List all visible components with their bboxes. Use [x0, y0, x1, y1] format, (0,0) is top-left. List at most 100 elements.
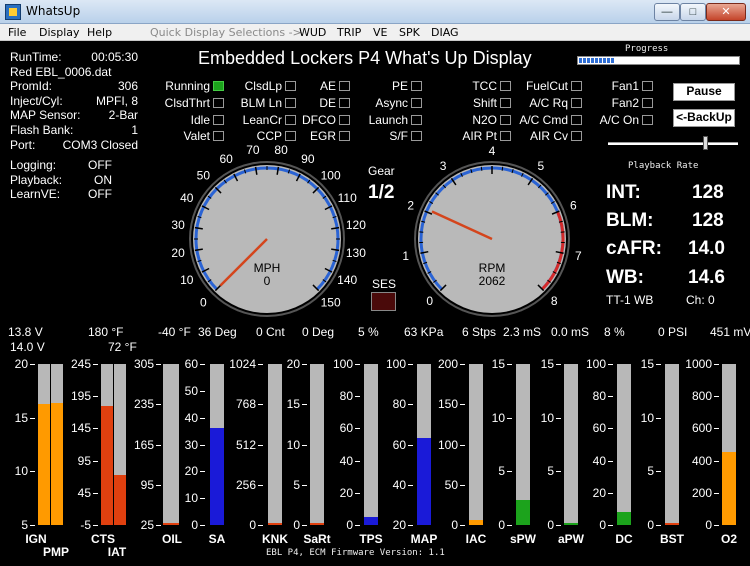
dc-bar: [617, 364, 631, 525]
mph-tick-label: 70: [246, 143, 260, 157]
tps-scale-tick: [355, 460, 360, 462]
iac-scale-label: 100: [437, 437, 458, 452]
mph-tick-label: 140: [337, 273, 357, 287]
apw-scale-tick: [556, 471, 561, 473]
mph-tick-label: 130: [346, 246, 366, 260]
ign-scale-label: 15: [14, 410, 28, 425]
cts-scale-label: 45: [77, 485, 91, 500]
iac-scale-label: 50: [444, 477, 458, 492]
tps-scale-tick: [355, 428, 360, 430]
knk-scale-label: 768: [235, 397, 256, 412]
mph-tick-label: 90: [301, 152, 315, 166]
sa-scale-tick: [200, 471, 205, 473]
o2-bar: [722, 364, 736, 525]
o2-scale-label: 600: [691, 421, 712, 436]
dc-scale-label: 60: [592, 421, 606, 436]
dc-scale-tick: [608, 428, 613, 430]
spw-scale-tick: [507, 471, 512, 473]
gauges: 010203040506070 8090100110120130140150MPH…: [171, 143, 582, 317]
sart-scale-label: 10: [286, 437, 300, 452]
spw-scale-label: 5: [498, 464, 505, 479]
mph-tick-label: 40: [180, 191, 194, 205]
apw-scale-tick: [556, 364, 561, 365]
mph-tick-label: 50: [197, 168, 211, 182]
dc-scale-label: 20: [592, 485, 606, 500]
map-reading: 63 KPa: [404, 325, 444, 339]
tps-scale-label: 60: [339, 421, 353, 436]
mph-tick-label: 30: [171, 218, 185, 232]
bst-scale-label: 10: [640, 410, 654, 425]
mph-tick-label: 100: [321, 168, 341, 182]
ign-scale-label: 10: [14, 464, 28, 479]
dc-scale-label: 0: [599, 518, 606, 532]
sart-reading: 0 Deg: [302, 325, 335, 339]
bst-scale-tick: [656, 471, 661, 473]
apw-scale-tick: [556, 417, 561, 419]
sa-reading: 36 Deg: [198, 325, 237, 339]
rpm-tick-label: 2: [407, 198, 414, 212]
sa-scale-label: 10: [184, 491, 198, 506]
firmware-version: EBL P4, ECM Firmware Version: 1.1: [266, 548, 445, 558]
bst-label: BST: [660, 532, 684, 546]
oil-scale-tick: [156, 484, 161, 486]
cts-bar: [101, 364, 113, 525]
sart-scale-label: 15: [286, 397, 300, 412]
sart-bar: [310, 364, 324, 525]
mph-tick-label: 0: [200, 296, 207, 310]
cts-label: CTS: [91, 532, 115, 546]
tps-scale-tick: [355, 396, 360, 398]
iac-scale-tick: [460, 444, 465, 446]
rpm-tick-label: 5: [538, 159, 545, 173]
cts-scale-label: -5: [80, 518, 91, 532]
sa-scale-tick: [200, 390, 205, 392]
mph-tick-label: 60: [219, 152, 233, 166]
map-scale-tick: [408, 444, 413, 446]
ign-scale-label: 20: [14, 357, 28, 371]
dc-scale-tick: [608, 492, 613, 494]
bst-scale-tick: [656, 525, 661, 526]
rpm-gauge: 0 1 2 3 4 5 6 7 8 RPM2062: [402, 144, 582, 317]
pmp-bar: [51, 364, 63, 525]
oil-scale-tick: [156, 525, 161, 526]
sart-scale-tick: [302, 364, 307, 365]
ign-bar: [38, 364, 50, 525]
cts-scale-tick: [93, 396, 98, 398]
bst-scale-label: 0: [647, 518, 654, 532]
o2-reading: 451 mV: [710, 325, 750, 339]
tps-scale-tick: [355, 525, 360, 526]
sa-scale-label: 60: [184, 357, 198, 371]
sart-scale-tick: [302, 444, 307, 446]
map-scale-tick: [408, 525, 413, 526]
iac-label: IAC: [465, 532, 487, 546]
bst-scale-tick: [656, 417, 661, 419]
map-scale-label: 20: [392, 518, 406, 532]
mph-tick-label: 20: [171, 246, 185, 260]
sa-scale-label: 20: [184, 464, 198, 479]
o2-scale-tick: [714, 525, 719, 526]
dc-scale-label: 80: [592, 389, 606, 404]
oil-scale-label: 25: [140, 518, 154, 532]
o2-bar-fill: [722, 452, 736, 525]
mph-unit-label: MPH: [254, 261, 281, 275]
tps-scale-label: 100: [332, 357, 353, 371]
rpm-tick-label: 8: [551, 294, 558, 308]
knk-scale-tick: [258, 404, 263, 406]
rpm-tick: [480, 166, 483, 171]
ign-scale-tick: [30, 471, 35, 473]
iac-scale-tick: [460, 484, 465, 486]
map-scale-tick: [408, 404, 413, 406]
knk-reading: 0 Cnt: [256, 325, 285, 339]
tps-scale-label: 40: [339, 453, 353, 468]
knk-scale-label: 512: [235, 437, 256, 452]
bst-scale-tick: [656, 364, 661, 365]
iac-scale-label: 0: [451, 518, 458, 532]
oil-label: OIL: [162, 532, 182, 546]
cts-reading: 180 °F: [88, 325, 124, 339]
dc-reading: 8 %: [604, 325, 625, 339]
mph-tick-label: 80: [274, 143, 288, 157]
rpm-tick-label: 3: [440, 159, 447, 173]
cts-scale-tick: [93, 525, 98, 526]
tps-scale-tick: [355, 364, 360, 365]
oil-scale-label: 95: [140, 477, 154, 492]
sa-scale-tick: [200, 417, 205, 419]
